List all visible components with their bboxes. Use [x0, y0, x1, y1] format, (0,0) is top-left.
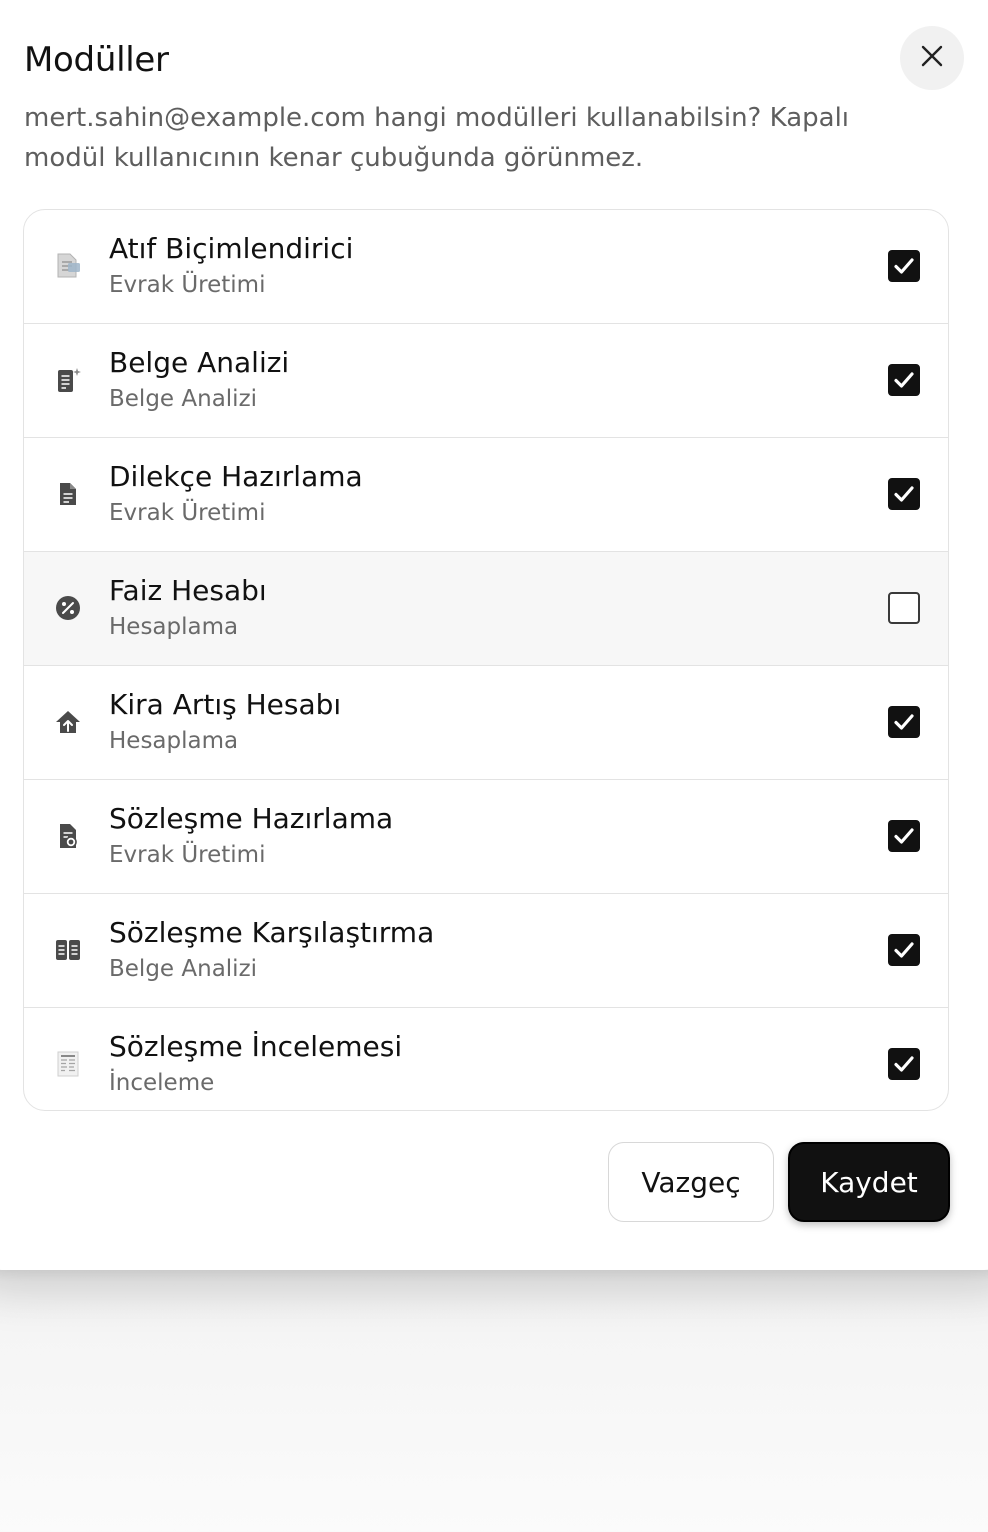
module-row-dilekce-hazirlama[interactable]: Dilekçe Hazırlama Evrak Üretimi	[24, 438, 948, 552]
module-row-sozlesme-incelemesi[interactable]: Sözleşme İncelemesi İnceleme	[24, 1008, 948, 1110]
citation-document-icon	[52, 250, 84, 282]
close-icon	[920, 44, 944, 72]
module-checkbox[interactable]	[888, 820, 920, 852]
review-document-icon	[52, 1048, 84, 1080]
module-row-atif-bicimlendirici[interactable]: Atıf Biçimlendirici Evrak Üretimi	[24, 210, 948, 324]
module-row-sozlesme-karsilastirma[interactable]: Sözleşme Karşılaştırma Belge Analizi	[24, 894, 948, 1008]
module-category: İnceleme	[109, 1070, 215, 1096]
module-name: Belge Analizi	[109, 346, 290, 379]
module-name: Faiz Hesabı	[109, 574, 267, 607]
module-row-faiz-hesabi[interactable]: Faiz Hesabı Hesaplama	[24, 552, 948, 666]
module-category: Belge Analizi	[109, 956, 258, 982]
compare-documents-icon	[52, 934, 84, 966]
module-checkbox[interactable]	[888, 250, 920, 282]
contract-icon	[52, 820, 84, 852]
close-button[interactable]	[900, 26, 964, 90]
module-checkbox[interactable]	[888, 364, 920, 396]
module-name: Sözleşme Hazırlama	[109, 802, 394, 835]
module-name: Sözleşme Karşılaştırma	[109, 916, 435, 949]
module-checkbox[interactable]	[888, 1048, 920, 1080]
module-name: Dilekçe Hazırlama	[109, 460, 363, 493]
cancel-button[interactable]: Vazgeç	[608, 1142, 774, 1222]
dialog-content: Modüller mert.sahin@example.com hangi mo…	[0, 0, 988, 1300]
document-icon	[52, 478, 84, 510]
module-checkbox[interactable]	[888, 706, 920, 738]
module-checkbox[interactable]	[888, 934, 920, 966]
module-category: Evrak Üretimi	[109, 272, 266, 298]
module-category: Evrak Üretimi	[109, 842, 266, 868]
module-name: Atıf Biçimlendirici	[109, 232, 354, 265]
module-list: Atıf Biçimlendirici Evrak Üretimi Belge …	[23, 209, 949, 1111]
dialog-title: Modüller	[24, 40, 169, 80]
dialog-description: mert.sahin@example.com hangi modülleri k…	[24, 103, 850, 173]
module-category: Hesaplama	[109, 614, 239, 640]
save-button[interactable]: Kaydet	[788, 1142, 950, 1222]
module-name: Kira Artış Hesabı	[109, 688, 342, 721]
percent-icon	[52, 592, 84, 624]
house-up-icon	[52, 706, 84, 738]
module-category: Hesaplama	[109, 728, 239, 754]
module-name: Sözleşme İncelemesi	[109, 1030, 403, 1063]
document-sparkle-icon	[52, 364, 84, 396]
module-category: Evrak Üretimi	[109, 500, 266, 526]
module-row-sozlesme-hazirlama[interactable]: Sözleşme Hazırlama Evrak Üretimi	[24, 780, 948, 894]
module-row-kira-artis-hesabi[interactable]: Kira Artış Hesabı Hesaplama	[24, 666, 948, 780]
module-checkbox[interactable]	[888, 478, 920, 510]
module-category: Belge Analizi	[109, 386, 258, 412]
module-checkbox[interactable]	[888, 592, 920, 624]
module-row-belge-analizi[interactable]: Belge Analizi Belge Analizi	[24, 324, 948, 438]
